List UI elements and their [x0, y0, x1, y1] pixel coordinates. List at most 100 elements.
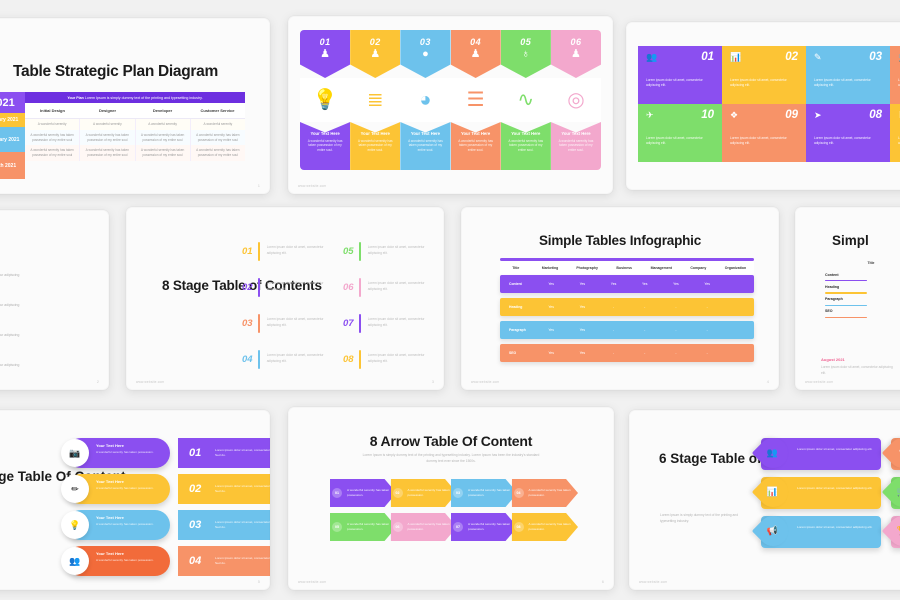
toc-item[interactable]: 08 Lorem ipsum dolor sit amet, consectetu…: [343, 341, 430, 377]
grid-cell[interactable]: 02 📊 Lorem ipsum dolor sit amet, consectet…: [722, 46, 806, 104]
footer-note-text: Lorem ipsum dolor sit amet, consectetur …: [821, 365, 893, 375]
pill-item[interactable]: ✏ Your Text Here A wonderful serenity has …: [61, 474, 170, 504]
tag-item[interactable]: 🛒Lorem ipsum dolor sit amet, consectetur…: [881, 470, 900, 514]
list-item[interactable]: 12Lorem ipsum dolor sit amet, consectetu…: [0, 358, 25, 378]
table-row[interactable]: Heading Yes Yes - - - -: [500, 297, 754, 316]
pill-item[interactable]: 📷 Your Text Here A wonderful serenity has …: [61, 438, 170, 468]
arrow-cell[interactable]: 07 A wonderful serenity has taken possess…: [451, 513, 518, 541]
table-cell: -: [644, 327, 646, 332]
toc-number: 02: [242, 281, 253, 293]
tag-item[interactable]: 👥 Lorem ipsum dolor sit amet, consectetur…: [751, 431, 881, 475]
arrow-cell-text: A wonderful serenity has taken possessio…: [528, 521, 571, 531]
grid-cell[interactable]: 10 ✈ Lorem ipsum dolor sit amet, consectet…: [638, 104, 722, 162]
table-row[interactable]: ContentYes: [821, 269, 900, 280]
grid-cell[interactable]: 09 ❖ Lorem ipsum dolor sit amet, consectet…: [722, 104, 806, 162]
table-row[interactable]: SEO Yes Yes - - - -: [500, 343, 754, 362]
arrow-cell[interactable]: 05 A wonderful serenity has taken possess…: [330, 513, 397, 541]
slide-simple-tables-variant[interactable]: Simpl Title Marketing ContentYesHeadingY…: [795, 207, 900, 390]
slide-table-strategic-plan[interactable]: Table Strategic Plan Diagram 2021 Januar…: [0, 18, 270, 194]
grid-cell[interactable]: 08 ➤ Lorem ipsum dolor sit amet, consectet…: [806, 104, 890, 162]
grid-cell[interactable]: 03 ✎ Lorem ipsum dolor sit amet, consectet…: [806, 46, 890, 104]
list-item-text: Lorem ipsum dolor sit amet, consectetur …: [0, 332, 20, 337]
tag-item[interactable]: 📊 Lorem ipsum dolor sit amet, consectetur…: [751, 470, 881, 514]
list-item[interactable]: 09Lorem ipsum dolor sit amet, consectetu…: [0, 268, 25, 288]
arrow-cell[interactable]: 01 A wonderful serenity has taken possess…: [330, 479, 397, 507]
chevron-chart-area: 💡: [300, 78, 351, 122]
arrow-cell-number: 07: [453, 522, 463, 532]
slide-six-column-chevron[interactable]: 01 ♟ 💡 Your Text Here A wonderful serenity h…: [288, 16, 613, 194]
table-cell: -: [612, 327, 615, 332]
toc-divider: [258, 349, 260, 369]
arrow-cell-number: 05: [332, 522, 342, 532]
grid-cell[interactable]: 04🛒Lorem ipsum dolor sit amet, consectet…: [890, 46, 900, 104]
toc-item[interactable]: 03 Lorem ipsum dolor sit amet, consectetu…: [242, 305, 329, 341]
toc-number: 03: [242, 317, 253, 329]
arrow-cell[interactable]: 03 A wonderful serenity has taken possess…: [451, 479, 518, 507]
tag-item[interactable]: 🏆Lorem ipsum dolor sit amet, consectetur…: [881, 509, 900, 553]
chevron-text: A wonderful serenity has taken possessio…: [408, 138, 443, 153]
people-icon: 👥: [61, 547, 89, 575]
chevron-heading: Your Text Here: [410, 131, 441, 136]
table-row[interactable]: SEOYes: [821, 306, 900, 317]
grid-cell-number: 09: [785, 109, 798, 121]
tag-text: Lorem ipsum dolor sit amet, consectetur …: [797, 525, 873, 529]
table-row-label: Paragraph: [509, 327, 526, 332]
pill-item[interactable]: 👥 Your Text Here A wonderful serenity has …: [61, 546, 170, 576]
table-cell: A wonderful serenity: [203, 122, 233, 126]
toc-item[interactable]: 07 Lorem ipsum dolor sit amet, consectetu…: [343, 305, 430, 341]
chevron-heading: Your Text Here: [360, 131, 390, 136]
slide-eight-arrow-table-of-content[interactable]: 8 Arrow Table Of Content Lorem Ipsum is …: [288, 407, 614, 590]
table-cell: A wonderful serenity has taken possessio…: [196, 148, 240, 158]
pill-text: A wonderful serenity has taken possessio…: [96, 449, 154, 454]
table-header-row: Title Marketing: [821, 261, 900, 269]
grid-cell-text: Lorem ipsum dolor sit amet, consectetur …: [814, 136, 871, 146]
table-row[interactable]: HeadingYes: [821, 281, 900, 292]
grid-cell-text: Lorem ipsum dolor sit amet, consectetur …: [730, 78, 787, 88]
watermark: www.website.com: [639, 580, 668, 584]
table-row[interactable]: ParagraphYes: [821, 294, 900, 305]
list-item[interactable]: 10Lorem ipsum dolor sit amet, consectetu…: [0, 298, 25, 318]
arrow-cell[interactable]: 06 A wonderful serenity has taken possess…: [390, 513, 457, 541]
toc-item[interactable]: 05 Lorem ipsum dolor sit amet, consectetu…: [343, 233, 430, 269]
lightbulb-icon: 💡: [312, 89, 338, 111]
toc-item[interactable]: 04 Lorem ipsum dolor sit amet, consectetu…: [242, 341, 329, 377]
table-row[interactable]: Paragraph Yes Yes - - - -: [500, 320, 754, 339]
slide-ten-cell-grid[interactable]: 01 👥 Lorem ipsum dolor sit amet, consectet…: [626, 22, 900, 190]
table-row-label: SEO: [825, 309, 833, 314]
table-cell: A wonderful serenity: [80, 119, 136, 130]
grid-cell[interactable]: 07⚑Lorem ipsum dolor sit amet, consectet…: [890, 104, 900, 162]
toc-item[interactable]: 01 Lorem ipsum dolor sit amet, consectetu…: [242, 233, 329, 269]
toc-number: 05: [343, 245, 354, 257]
tag-item[interactable]: ✎Lorem ipsum dolor sit amet, consectetur…: [881, 431, 900, 475]
grid-cell[interactable]: 01 👥 Lorem ipsum dolor sit amet, consectet…: [638, 46, 722, 104]
grid-cell-number: 03: [869, 51, 882, 63]
table-cell: -: [675, 327, 677, 332]
grid-cell-text: Lorem ipsum dolor sit amet, consectetur …: [646, 136, 703, 146]
arrow-cell[interactable]: 02 A wonderful serenity has taken possess…: [390, 479, 457, 507]
table-row[interactable]: Content Yes Yes Yes Yes Yes Yes: [500, 274, 754, 293]
arrow-item[interactable]: 01 Lorem ipsum dolor sit amet, consectetu…: [178, 438, 270, 468]
arrow-cell[interactable]: 08 A wonderful serenity has taken possess…: [511, 513, 578, 541]
toc-item[interactable]: 06 Lorem ipsum dolor sit amet, consectetu…: [343, 269, 430, 305]
slide-six-stage-table-of-content[interactable]: 6 Stage Table of content Lorem Ipsum is …: [629, 410, 900, 590]
table-cell: A wonderful serenity has taken possessio…: [196, 132, 240, 142]
arrow-item[interactable]: 04 Lorem ipsum dolor sit amet, consectetu…: [178, 546, 270, 576]
table-cell: Yes: [704, 281, 710, 286]
slide-contents-circles[interactable]: ontents 09Lorem ipsum dolor sit amet, co…: [0, 210, 109, 390]
table-header-cell: Title: [512, 265, 520, 270]
table-month-cell: March 2021: [0, 152, 25, 179]
table-cell: -: [644, 304, 646, 309]
tag-item[interactable]: 📢 Lorem ipsum dolor sit amet, consectetur…: [751, 509, 881, 553]
slide-eight-stage-toc[interactable]: 8 Stage Table of Contents 01 Lorem ipsum …: [126, 207, 444, 390]
chevron-column: 04 ♟ ☰ Your Text Here A wonderful serenity h…: [450, 30, 501, 170]
slide-simple-tables-infographic[interactable]: Simple Tables Infographic Title Marketing…: [461, 207, 779, 390]
arrow-cell[interactable]: 04 A wonderful serenity has taken possess…: [511, 479, 578, 507]
arrow-item[interactable]: 02 Lorem ipsum dolor sit amet, consectetu…: [178, 474, 270, 504]
pill-item[interactable]: 💡 Your Text Here A wonderful serenity has …: [61, 510, 170, 540]
arrow-item[interactable]: 03 Lorem ipsum dolor sit amet, consectetu…: [178, 510, 270, 540]
toc-divider: [258, 313, 260, 333]
toc-item[interactable]: 02 Lorem ipsum dolor sit amet, consectetu…: [242, 269, 329, 305]
slide-four-stage-table-of-content[interactable]: 4 Stage Table Of Content 📷Your Text Here…: [0, 410, 270, 590]
list-item[interactable]: 11Lorem ipsum dolor sit amet, consectetu…: [0, 328, 25, 348]
pill-list: 📷 Your Text Here A wonderful serenity has …: [61, 438, 170, 582]
